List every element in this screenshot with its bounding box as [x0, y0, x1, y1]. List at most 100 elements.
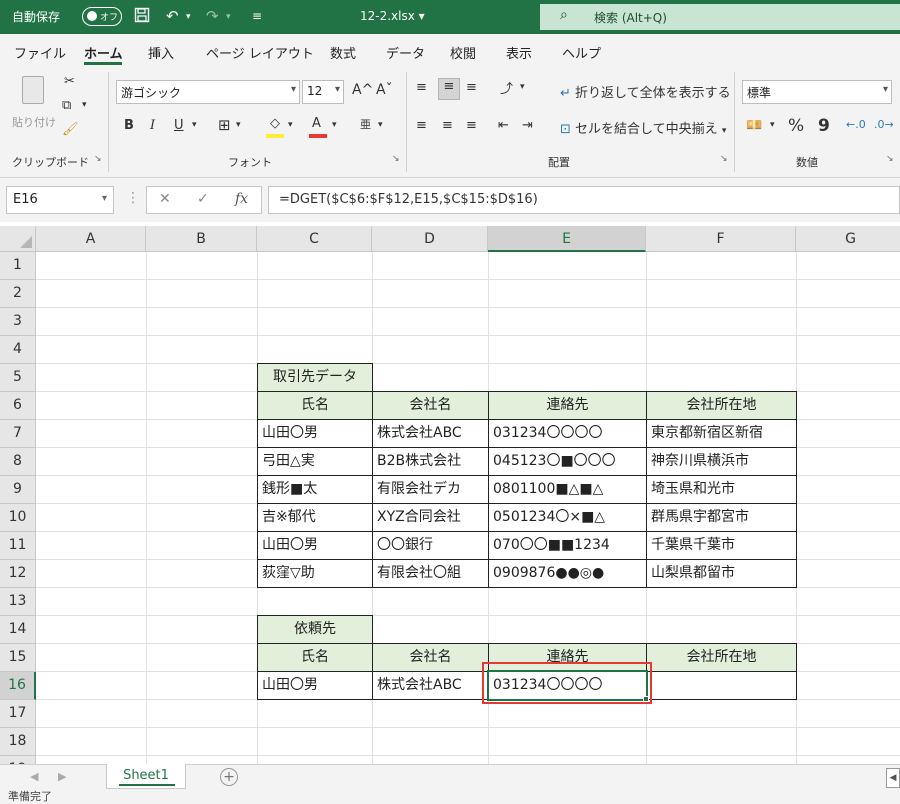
cell-f10[interactable]: 群馬県宇都宮市 — [646, 503, 797, 532]
cell-f11[interactable]: 千葉県千葉市 — [646, 531, 797, 560]
add-sheet-button[interactable]: + — [220, 768, 238, 786]
cell-e12[interactable]: 0909876●●◎● — [488, 559, 647, 588]
copy-icon[interactable]: ⧉ — [62, 98, 71, 113]
tab-view[interactable]: 表示 — [506, 43, 532, 62]
search-box[interactable]: ⌕ 検索 (Alt+Q) — [540, 4, 900, 30]
column-header-e[interactable]: E — [488, 226, 646, 252]
tab-insert[interactable]: 挿入 — [148, 43, 174, 62]
column-header-a[interactable]: A — [36, 226, 146, 252]
row-header-16[interactable]: 16 — [0, 672, 36, 700]
cell-f12[interactable]: 山梨県都留市 — [646, 559, 797, 588]
file-name[interactable]: 12-2.xlsx ▾ — [360, 9, 425, 23]
save-icon[interactable] — [134, 7, 150, 27]
next-sheet-icon[interactable]: ▶ — [58, 770, 66, 783]
decrease-decimal-icon[interactable]: .0→ — [874, 118, 894, 131]
scroll-left-icon[interactable]: ◀ — [886, 768, 900, 788]
column-header-b[interactable]: B — [146, 226, 257, 252]
format-painter-icon[interactable]: 🖌 — [62, 122, 79, 137]
redo-icon[interactable]: ↷ — [206, 7, 219, 25]
undo-dropdown-icon[interactable]: ▾ — [186, 12, 191, 22]
cell-f7[interactable]: 東京都新宿区新宿 — [646, 419, 797, 448]
cell-e9[interactable]: 0801100■△■△ — [488, 475, 647, 504]
prev-sheet-icon[interactable]: ◀ — [30, 770, 38, 783]
row-header-9[interactable]: 9 — [0, 476, 36, 504]
tab-home[interactable]: ホーム — [84, 43, 123, 62]
row-header-18[interactable]: 18 — [0, 728, 36, 756]
row-header-5[interactable]: 5 — [0, 364, 36, 392]
name-box[interactable]: E16 ▾ — [6, 186, 114, 214]
number-launcher-icon[interactable]: ↘ — [886, 154, 894, 164]
align-top-icon[interactable]: ≡ — [416, 80, 427, 95]
furigana-icon[interactable]: 亜 — [360, 116, 371, 132]
autosave-toggle[interactable]: オフ — [82, 7, 122, 26]
shrink-font-button[interactable]: Aˇ — [376, 82, 393, 98]
font-color-dropdown-icon[interactable]: ▾ — [332, 120, 337, 130]
row-header-2[interactable]: 2 — [0, 280, 36, 308]
cancel-icon[interactable]: ✕ — [159, 191, 171, 207]
tab-file[interactable]: ファイル — [14, 43, 66, 62]
row-header-1[interactable]: 1 — [0, 252, 36, 280]
column-header-d[interactable]: D — [372, 226, 488, 252]
cell-d16[interactable]: 株式会社ABC — [372, 671, 489, 700]
cell-d15[interactable]: 会社名 — [372, 643, 489, 672]
fill-dropdown-icon[interactable]: ▾ — [288, 120, 293, 130]
font-launcher-icon[interactable]: ↘ — [392, 154, 400, 164]
font-name-select[interactable]: 游ゴシック ▾ — [116, 80, 300, 104]
increase-indent-icon[interactable]: ⇥ — [522, 118, 533, 133]
align-middle-icon[interactable]: ≡ — [438, 78, 460, 100]
cell-f15[interactable]: 会社所在地 — [646, 643, 797, 672]
percent-button[interactable]: % — [788, 116, 804, 136]
cell-e8[interactable]: 045123〇■〇〇〇 — [488, 447, 647, 476]
column-header-f[interactable]: F — [646, 226, 796, 252]
row-header-17[interactable]: 17 — [0, 700, 36, 728]
cell-d11[interactable]: 〇〇銀行 — [372, 531, 489, 560]
cell-c14[interactable]: 依頼先 — [257, 615, 373, 644]
sheet-tab-sheet1[interactable]: Sheet1 — [106, 764, 186, 789]
cell-d12[interactable]: 有限会社〇組 — [372, 559, 489, 588]
align-bottom-icon[interactable]: ≡ — [466, 80, 477, 95]
row-header-13[interactable]: 13 — [0, 588, 36, 616]
number-format-select[interactable]: 標準 ▾ — [742, 80, 892, 104]
orientation-dropdown-icon[interactable]: ▾ — [520, 82, 525, 92]
cell-c9[interactable]: 銭形■太 — [257, 475, 373, 504]
alignment-launcher-icon[interactable]: ↘ — [720, 154, 728, 164]
cell-f6[interactable]: 会社所在地 — [646, 391, 797, 420]
tab-page-layout[interactable]: ページ レイアウト — [206, 43, 314, 62]
insert-function-icon[interactable]: fx — [235, 191, 248, 207]
cell-c16[interactable]: 山田〇男 — [257, 671, 373, 700]
merge-center-button[interactable]: ⊡ セルを結合して中央揃え ▾ — [560, 118, 726, 137]
cell-e11[interactable]: 070〇〇■■1234 — [488, 531, 647, 560]
cell-c12[interactable]: 荻窪▽助 — [257, 559, 373, 588]
cell-e10[interactable]: 0501234〇×■△ — [488, 503, 647, 532]
copy-dropdown-icon[interactable]: ▾ — [82, 100, 87, 110]
italic-button[interactable]: I — [150, 118, 155, 133]
cell-c5[interactable]: 取引先データ — [257, 363, 373, 392]
cell-c11[interactable]: 山田〇男 — [257, 531, 373, 560]
fill-color-icon[interactable]: ◇ — [270, 116, 280, 131]
align-left-icon[interactable]: ≡ — [416, 118, 427, 133]
cell-f16[interactable] — [646, 671, 797, 700]
cell-c8[interactable]: 弓田△実 — [257, 447, 373, 476]
currency-dropdown-icon[interactable]: ▾ — [770, 120, 775, 130]
cell-e6[interactable]: 連絡先 — [488, 391, 647, 420]
cell-c7[interactable]: 山田〇男 — [257, 419, 373, 448]
align-center-icon[interactable]: ≡ — [442, 118, 453, 133]
font-color-icon[interactable]: A — [312, 116, 321, 131]
cell-c6[interactable]: 氏名 — [257, 391, 373, 420]
row-header-11[interactable]: 11 — [0, 532, 36, 560]
increase-decimal-icon[interactable]: ←.0 — [846, 118, 866, 131]
tab-data[interactable]: データ — [386, 43, 425, 62]
column-header-g[interactable]: G — [796, 226, 900, 252]
undo-icon[interactable]: ↶ — [166, 7, 179, 25]
cell-d9[interactable]: 有限会社デカ — [372, 475, 489, 504]
row-header-3[interactable]: 3 — [0, 308, 36, 336]
cell-c10[interactable]: 吉※郁代 — [257, 503, 373, 532]
grow-font-button[interactable]: A^ — [352, 82, 373, 98]
customize-toolbar-icon[interactable]: ≡ — [252, 9, 262, 23]
tab-review[interactable]: 校閲 — [450, 43, 476, 62]
cut-icon[interactable]: ✂ — [64, 74, 75, 89]
row-header-19[interactable]: 19 — [0, 756, 36, 764]
redo-dropdown-icon[interactable]: ▾ — [226, 12, 231, 22]
row-header-14[interactable]: 14 — [0, 616, 36, 644]
underline-dropdown-icon[interactable]: ▾ — [192, 120, 197, 130]
